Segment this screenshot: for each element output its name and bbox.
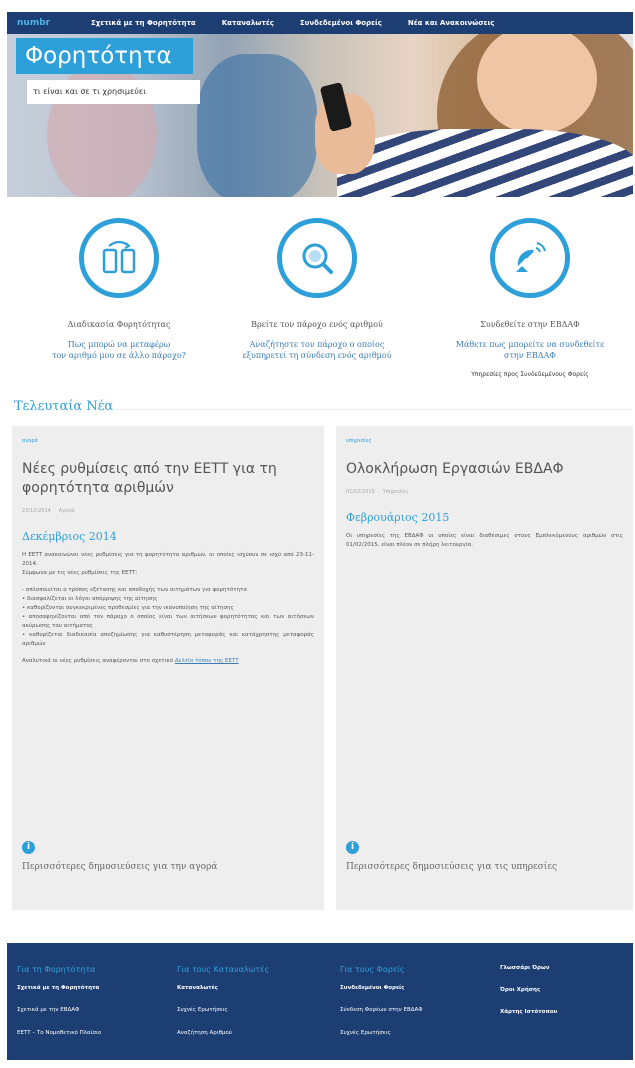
feature-link-line[interactable]: Αναζήτηστε τον πάροχο ο οποίος (222, 339, 412, 350)
footer-link[interactable]: Συχνές Ερωτήσεις (340, 1030, 423, 1036)
footer-column-entities: Για τους Φορείς Συνδεδεμένοι Φορείς Σύνδ… (340, 965, 423, 1053)
card-subheading: Δεκέμβριος 2014 (22, 530, 117, 543)
feature-portability-process: Διαδικασία Φορητότητας Πως μπορώ να μετα… (24, 218, 214, 361)
card-bullet: - απλοποιείται ο τρόπος εξέτασης και απο… (22, 587, 247, 593)
card-date: 23/12/2014 (22, 508, 51, 514)
site-logo[interactable]: numbr (7, 12, 69, 34)
card-body: Η ΕΕΤΤ ανακοινώνει νέες ρυθμίσεις για τη… (22, 551, 314, 666)
top-navigation: numbr Σχετικά με τη Φορητότητα Καταναλωτ… (7, 12, 633, 34)
feature-link-line[interactable]: τον αριθμό μου σε άλλο πάροχο? (24, 350, 214, 361)
footer-heading: Για τους Καταναλωτές (177, 965, 270, 974)
footer-link[interactable]: Σχετικά με τη Φορητότητα (17, 985, 101, 991)
feature-extra-link[interactable]: Υπηρεσίες προς Συνδεδεμένους Φορείς (435, 371, 625, 378)
card-body: Οι υπηρεσίες της ΕΒΔΑΦ οι οποίες είναι δ… (346, 532, 623, 550)
feature-link-line[interactable]: Πως μπορώ να μεταφέρω (24, 339, 214, 350)
feature-link-line[interactable]: εξυπηρετεί τη σύνδεση ενός αριθμού (222, 350, 412, 361)
card-paragraph: Η ΕΕΤΤ ανακοινώνει νέες ρυθμίσεις για τη… (22, 552, 314, 567)
nav-item-connected-entities[interactable]: Συνδεδεμένοι Φορείς (300, 19, 382, 27)
footer-column-misc: Γλωσσάρι Όρων Όροι Χρήσης Χάρτης Ιστότοπ… (500, 965, 557, 1031)
feature-link-line[interactable]: Μάθετε πως μπορείτε να συνδεθείτε (435, 339, 625, 350)
card-meta: 23/12/2014 Αγορά (22, 508, 314, 514)
nav-item-about-portability[interactable]: Σχετικά με τη Φορητότητα (91, 19, 196, 27)
news-card-market: αγορά Νέες ρυθμίσεις από την ΕΕΤΤ για τη… (12, 426, 324, 910)
feature-link[interactable]: Μάθετε πως μπορείτε να συνδεθείτε στην Ε… (435, 339, 625, 361)
info-icon: i (22, 841, 35, 854)
card-paragraph: Αναλυτικά οι νέες ρυθμίσεις αναφέρονται … (22, 657, 314, 666)
card-title[interactable]: Νέες ρυθμίσεις από την ΕΕΤΤ για τη φορητ… (22, 460, 314, 498)
hero-photo-shirt (337, 129, 633, 197)
card-author: Αγορά (58, 508, 75, 514)
feature-link-line[interactable]: στην ΕΒΔΑΦ (435, 350, 625, 361)
press-release-link[interactable]: Δελτίο τύπου της ΕΕΤΤ (175, 658, 239, 664)
footer-link[interactable]: Σχετικά με την ΕΒΔΑΦ (17, 1007, 101, 1013)
footer-link[interactable]: Σύνδεση Φορέων στην ΕΒΔΑΦ (340, 1007, 423, 1013)
card-meta: 01/02/2015 Υπηρεσίες (346, 489, 623, 495)
footer-link[interactable]: Όροι Χρήσης (500, 987, 557, 993)
footer-column-consumers: Για τους Καταναλωτές Καταναλωτές Συχνές … (177, 965, 269, 1053)
feature-link[interactable]: Αναζήτηστε τον πάροχο ο οποίος εξυπηρετε… (222, 339, 412, 361)
card-more-section: i Περισσότερες δημοσιεύσεις για τις υπηρ… (346, 841, 557, 872)
card-paragraph: Σύμφωνα με τις νέες ρυθμίσεις της ΕΕΤΤ: (22, 570, 138, 576)
card-bullet: • διασφαλίζεται οι λόγοι απόρριψης της α… (22, 596, 158, 602)
feature-title: Διαδικασία Φορητότητας (67, 320, 171, 329)
card-date: 01/02/2015 (346, 489, 375, 495)
nav-item-news[interactable]: Νέα και Ανακοινώσεις (408, 19, 495, 27)
card-category[interactable]: υπηρεσίες (346, 438, 623, 444)
latest-news-heading: Τελευταία Νέα (14, 399, 114, 414)
feature-title: Συνδεθείτε στην ΕΒΔΑΦ (480, 320, 580, 329)
more-posts-link[interactable]: Περισσότερες δημοσιεύσεις για τις υπηρεσ… (346, 862, 557, 872)
card-bullet: • καθορίζονται συγκεκριμένες προθεσμίες … (22, 605, 234, 611)
card-author: Υπηρεσίες (382, 489, 409, 495)
footer-heading: Για τους Φορείς (340, 965, 405, 974)
feature-title: Βρείτε τον πάροχο ενός αριθμού (251, 320, 383, 329)
news-divider (115, 409, 633, 410)
card-bullet: • καθορίζεται διαδικασία αποζημίωσης για… (22, 632, 314, 647)
card-category[interactable]: αγορά (22, 438, 314, 444)
card-paragraph-text: Αναλυτικά οι νέες ρυθμίσεις αναφέρονται … (22, 658, 175, 664)
footer-column-portability: Για τη Φορητότητα Σχετικά με τη Φορητότη… (17, 965, 101, 1053)
card-paragraph: Οι υπηρεσίες της ΕΒΔΑΦ οι οποίες είναι δ… (346, 533, 623, 548)
feature-connect-evdaf: Συνδεθείτε στην ΕΒΔΑΦ Μάθετε πως μπορείτ… (435, 218, 625, 378)
site-footer: Για τη Φορητότητα Σχετικά με τη Φορητότη… (7, 943, 633, 1060)
hero-background-shape (197, 54, 317, 197)
footer-heading: Για τη Φορητότητα (17, 965, 96, 974)
news-card-services: υπηρεσίες Ολοκλήρωση Εργασιών ΕΒΔΑΦ 01/0… (336, 426, 633, 910)
card-title[interactable]: Ολοκλήρωση Εργασιών ΕΒΔΑΦ (346, 460, 623, 479)
feature-find-provider: Βρείτε τον πάροχο ενός αριθμού Αναζήτηστ… (222, 218, 412, 361)
card-more-section: i Περισσότερες δημοσιεύσεις για την αγορ… (22, 841, 217, 872)
page: { "nav": { "logo": "numbr", "items": ["Σ… (0, 0, 635, 1068)
footer-link[interactable]: Συνδεδεμένοι Φορείς (340, 985, 423, 991)
nav-item-consumers[interactable]: Καταναλωτές (222, 19, 274, 27)
card-bullet: • αποσαφηνίζονται από τον πάροχο ο οποίο… (22, 614, 314, 629)
phones-transfer-icon[interactable] (79, 218, 159, 298)
more-posts-link[interactable]: Περισσότερες δημοσιεύσεις για την αγορά (22, 862, 217, 872)
hero-subtitle: τι είναι και σε τι χρησιμεύει (27, 80, 200, 104)
footer-link[interactable]: Χάρτης Ιστότοπου (500, 1009, 557, 1015)
search-number-icon[interactable] (277, 218, 357, 298)
footer-link[interactable]: Συχνές Ερωτήσεις (177, 1007, 269, 1013)
footer-link[interactable]: Αναζήτηση Αριθμού (177, 1030, 269, 1036)
footer-link[interactable]: Καταναλωτές (177, 985, 269, 991)
hero-banner: Φορητότητα τι είναι και σε τι χρησιμεύει (7, 34, 633, 197)
footer-link[interactable]: ΕΕΤΤ – Το Νομοθετικό Πλαίσιο (17, 1030, 101, 1036)
feature-link[interactable]: Πως μπορώ να μεταφέρω τον αριθμό μου σε … (24, 339, 214, 361)
hero-title: Φορητότητα (16, 38, 193, 74)
satellite-dish-icon[interactable] (490, 218, 570, 298)
card-subheading: Φεβρουάριος 2015 (346, 511, 450, 524)
info-icon: i (346, 841, 359, 854)
footer-link[interactable]: Γλωσσάρι Όρων (500, 965, 557, 971)
